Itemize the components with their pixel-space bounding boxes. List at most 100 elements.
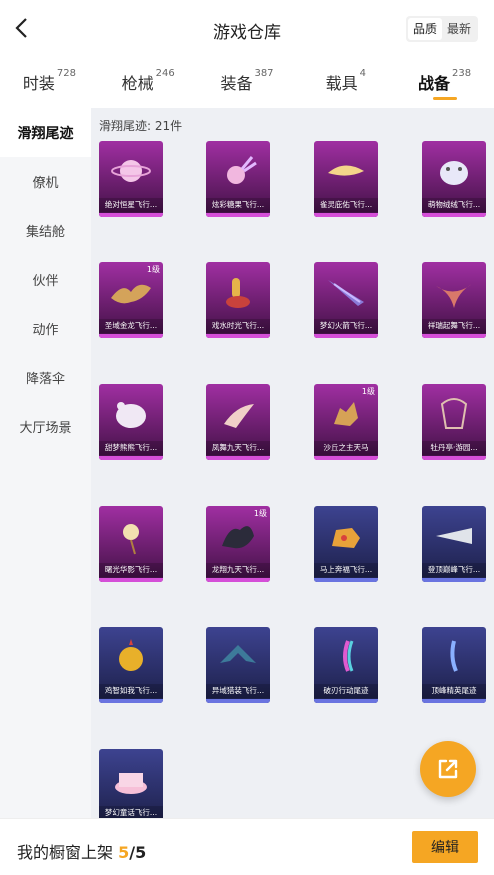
item-card[interactable]: 马上奔福飞行... (314, 506, 378, 582)
item-card[interactable]: 破刃行动尾迹 (314, 627, 378, 703)
back-button[interactable] (8, 14, 36, 42)
rarity-bar (99, 578, 163, 582)
item-card[interactable]: 鸡智如我飞行... (99, 627, 163, 703)
item-name: 甜梦熊熊飞行... (99, 441, 163, 455)
item-name: 登顶巅峰飞行... (422, 563, 486, 577)
header: 游戏仓库 品质 最新 (0, 0, 494, 58)
item-card[interactable]: 曙光华影飞行... (99, 506, 163, 582)
tab-count: 246 (155, 68, 175, 79)
item-name: 凤舞九天飞行... (206, 441, 270, 455)
rarity-bar (422, 456, 486, 460)
item-card[interactable]: 甜梦熊熊飞行... (99, 384, 163, 460)
item-card[interactable]: 1级龙翔九天飞行... (206, 506, 270, 582)
tab-count: 728 (56, 68, 76, 79)
rarity-bar (314, 213, 378, 217)
item-name: 破刃行动尾迹 (314, 684, 378, 698)
item-card[interactable]: 顶峰精英尾迹 (422, 627, 486, 703)
edit-button[interactable]: 编辑 (412, 831, 478, 863)
item-name: 曙光华影飞行... (99, 563, 163, 577)
item-card[interactable]: 祥瑞起舞飞行... (422, 262, 486, 338)
rarity-bar (314, 578, 378, 582)
rarity-bar (99, 699, 163, 703)
rarity-bar (314, 456, 378, 460)
item-card[interactable]: 凤舞九天飞行... (206, 384, 270, 460)
item-card[interactable]: 绝对恒星飞行... (99, 141, 163, 217)
item-card[interactable]: 雀灵庇佑飞行... (314, 141, 378, 217)
sidebar-item-wingman[interactable]: 僚机 (0, 157, 91, 206)
item-name: 鸡智如我飞行... (99, 684, 163, 698)
showcase-total: 5 (135, 843, 147, 862)
rarity-bar (206, 213, 270, 217)
item-card[interactable]: 炫彩糖果飞行... (206, 141, 270, 217)
sidebar: 滑翔尾迹 僚机 集结舱 伙伴 动作 降落伞 大厅场景 (0, 108, 91, 818)
rarity-bar (314, 699, 378, 703)
category-tabs: 时装728 枪械246 装备387 载具4 战备238 (0, 62, 494, 106)
showcase-status: 我的橱窗上架 5/5 (17, 839, 146, 863)
item-name: 牡丹亭·游园... (422, 441, 486, 455)
tab-equipment[interactable]: 装备387 (198, 62, 297, 106)
rarity-bar (314, 334, 378, 338)
item-name: 异域猎装飞行... (206, 684, 270, 698)
tab-label: 装备 (220, 74, 253, 93)
sidebar-item-glide-trail[interactable]: 滑翔尾迹 (0, 108, 91, 157)
sort-quality-button[interactable]: 品质 (407, 18, 442, 40)
rarity-bar (422, 578, 486, 582)
item-card[interactable]: 梦幻火箭飞行... (314, 262, 378, 338)
tab-label: 时装 (22, 74, 55, 93)
sidebar-item-partner[interactable]: 伙伴 (0, 255, 91, 304)
item-name: 萌物绒绒飞行... (422, 198, 486, 212)
sidebar-item-lobby-scene[interactable]: 大厅场景 (0, 402, 91, 451)
sidebar-item-parachute[interactable]: 降落伞 (0, 353, 91, 402)
tab-count: 4 (359, 68, 366, 79)
item-name: 梦幻童话飞行... (99, 806, 163, 818)
sidebar-item-emote[interactable]: 动作 (0, 304, 91, 353)
item-card[interactable]: 1级圣域金龙飞行... (99, 262, 163, 338)
item-level: 1级 (253, 509, 267, 518)
rarity-bar (99, 334, 163, 338)
sidebar-item-assembly-pod[interactable]: 集结舱 (0, 206, 91, 255)
item-card[interactable]: 萌物绒绒飞行... (422, 141, 486, 217)
rarity-bar (99, 213, 163, 217)
item-name: 马上奔福飞行... (314, 563, 378, 577)
footer-bar: 我的橱窗上架 5/5 编辑 (0, 818, 494, 875)
item-card[interactable]: 戏水时光飞行... (206, 262, 270, 338)
item-card[interactable]: 牡丹亭·游园... (422, 384, 486, 460)
item-name: 炫彩糖果飞行... (206, 198, 270, 212)
item-name: 梦幻火箭飞行... (314, 319, 378, 333)
item-name: 祥瑞起舞飞行... (422, 319, 486, 333)
sort-latest-button[interactable]: 最新 (442, 18, 476, 40)
item-name: 龙翔九天飞行... (206, 563, 270, 577)
rarity-bar (422, 213, 486, 217)
item-name: 沙丘之主天马 (314, 441, 378, 455)
showcase-current: 5 (118, 843, 130, 862)
share-button[interactable] (420, 741, 476, 797)
rarity-bar (206, 334, 270, 338)
rarity-bar (422, 334, 486, 338)
item-level: 1级 (146, 265, 160, 274)
active-tab-indicator (432, 97, 457, 100)
item-name: 戏水时光飞行... (206, 319, 270, 333)
external-link-icon (438, 759, 458, 779)
item-card[interactable]: 异域猎装飞行... (206, 627, 270, 703)
tab-vehicles[interactable]: 载具4 (296, 62, 395, 106)
item-name: 雀灵庇佑飞行... (314, 198, 378, 212)
tab-label: 枪械 (121, 74, 154, 93)
item-name: 圣域金龙飞行... (99, 319, 163, 333)
rarity-bar (206, 456, 270, 460)
showcase-label: 我的橱窗上架 (17, 843, 114, 862)
tab-guns[interactable]: 枪械246 (99, 62, 198, 106)
tab-label: 载具 (325, 74, 358, 93)
tab-fashion[interactable]: 时装728 (0, 62, 99, 106)
chevron-left-icon (15, 18, 27, 38)
item-level: 1级 (361, 387, 375, 396)
tab-battle-prep[interactable]: 战备238 (395, 62, 494, 106)
tab-count: 238 (452, 68, 472, 79)
rarity-bar (206, 699, 270, 703)
rarity-bar (422, 699, 486, 703)
tab-count: 387 (254, 68, 274, 79)
item-card[interactable]: 登顶巅峰飞行... (422, 506, 486, 582)
rarity-bar (99, 456, 163, 460)
sort-toggle: 品质 最新 (405, 16, 478, 42)
item-card[interactable]: 1级沙丘之主天马 (314, 384, 378, 460)
item-card[interactable]: 梦幻童话飞行... (99, 749, 163, 818)
